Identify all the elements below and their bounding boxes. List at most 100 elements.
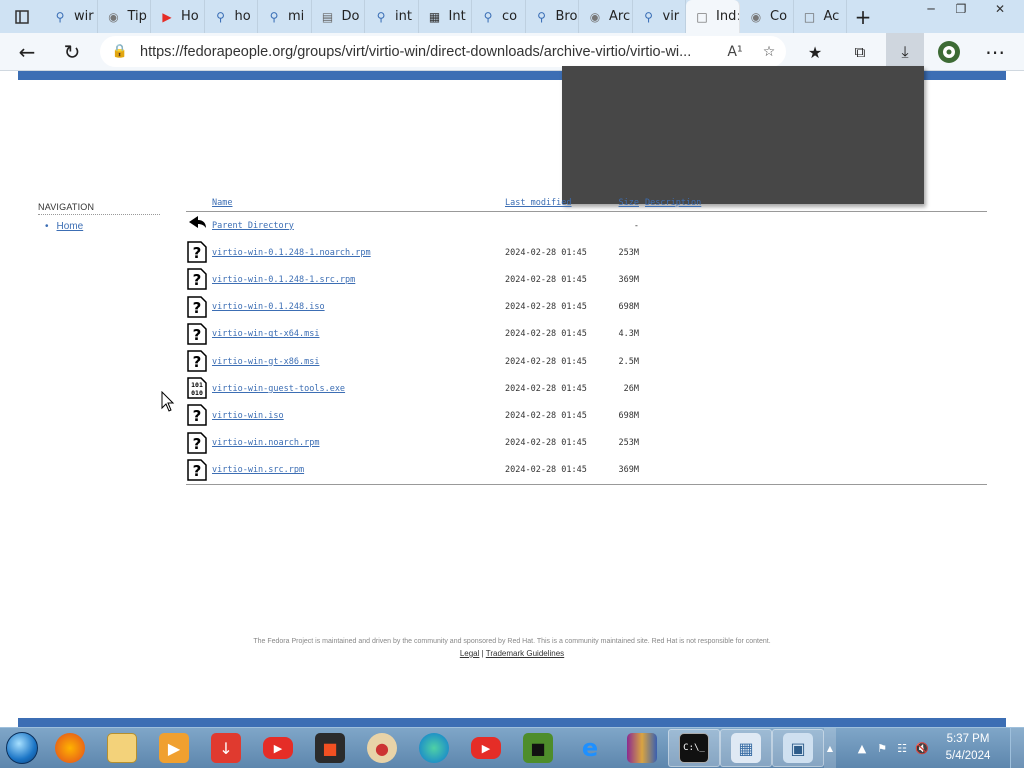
new-tab-button[interactable]: + [847, 5, 879, 29]
tab-2[interactable]: ▶ Ho [151, 0, 205, 33]
tab-13[interactable]: ◉ Co [740, 0, 794, 33]
modified-cell: 2024-02-28 01:45 [505, 329, 587, 340]
add-favorite-icon[interactable]: ☆ [752, 44, 786, 60]
maximize-button[interactable]: ❐ [946, 0, 976, 18]
tab-11[interactable]: ⚲ vir [633, 0, 686, 33]
taskbar-youtube-1[interactable]: ▶ [252, 729, 304, 767]
tab-title: co [502, 9, 518, 24]
windows-logo-icon [6, 732, 38, 764]
file-row: ? virtio-win-0.1.248-1.noarch.rpm 2024-02-… [186, 239, 987, 266]
search-icon: ⚲ [644, 9, 653, 24]
tab-4[interactable]: ⚲ mi [258, 0, 312, 33]
tab-8[interactable]: ⚲ co [472, 0, 526, 33]
svg-text:010: 010 [191, 389, 203, 397]
file-link[interactable]: virtio-win-gt-x86.msi [212, 357, 319, 367]
file-row: ? virtio-win-gt-x64.msi 2024-02-28 01:45 4.… [186, 321, 987, 348]
home-link[interactable]: Home [57, 221, 84, 232]
show-desktop-button[interactable] [1010, 728, 1024, 768]
taskbar-paint[interactable]: ● [356, 729, 408, 767]
legal-link[interactable]: Legal [460, 649, 480, 658]
tab-title: mi [288, 9, 305, 24]
file-link[interactable]: virtio-win.noarch.rpm [212, 438, 319, 448]
file-link[interactable]: virtio-win-0.1.248.iso [212, 302, 325, 312]
start-button[interactable] [0, 729, 44, 767]
settings-more-icon[interactable]: ⋯ [980, 37, 1010, 67]
unknown-file-icon: ? [187, 268, 207, 291]
taskbar-cmd[interactable]: C:\_ [668, 729, 720, 767]
taskbar-edge[interactable] [408, 729, 460, 767]
clock-time: 5:37 PM [946, 733, 990, 745]
taskbar-youtube-2[interactable]: ▶ [460, 729, 512, 767]
tab-6[interactable]: ⚲ int [365, 0, 419, 33]
file-link[interactable]: virtio-win-0.1.248-1.src.rpm [212, 275, 355, 285]
collections-icon[interactable]: ⧉ [845, 37, 875, 67]
trademark-guidelines-link[interactable]: Trademark Guidelines [486, 649, 564, 658]
file-link[interactable]: virtio-win-gt-x64.msi [212, 329, 319, 339]
address-bar[interactable]: 🔒 https://fedorapeople.org/groups/virt/v… [100, 36, 786, 67]
footer-text: The Fedora Project is maintained and dri… [253, 638, 771, 645]
tab-7[interactable]: ▦ Int [419, 0, 472, 33]
taskbar-store[interactable]: ■ [304, 729, 356, 767]
file-link[interactable]: virtio-win-0.1.248-1.noarch.rpm [212, 248, 371, 258]
read-aloud-icon[interactable]: A¹ [718, 44, 752, 60]
taskbar-downloader[interactable]: ↓ [200, 729, 252, 767]
close-window-button[interactable]: ✕ [976, 0, 1024, 18]
taskbar-scroll[interactable]: ▲ [824, 728, 836, 768]
tab-10[interactable]: ◉ Arc [579, 0, 633, 33]
binary-file-icon: 101010 [187, 377, 207, 399]
tab-12[interactable]: □Ind✕ [686, 0, 740, 33]
network-tray-icon[interactable]: ☷ [892, 742, 912, 755]
taskbar-explorer[interactable] [96, 729, 148, 767]
volume-muted-icon[interactable]: 🔇 [912, 742, 932, 755]
listing-bottom-rule [186, 483, 987, 485]
tab-1[interactable]: ◉ Tip [98, 0, 151, 33]
tab-5[interactable]: ▤ Do [312, 0, 365, 33]
modified-cell: 2024-02-28 01:45 [505, 247, 587, 258]
tab-0[interactable]: ⚲ wir [44, 0, 98, 33]
back-button[interactable]: ← [12, 37, 42, 67]
sort-size-link[interactable]: Size [619, 198, 639, 208]
taskbar-winrar[interactable] [616, 729, 668, 767]
size-cell: 26M [623, 383, 639, 394]
taskbar-media-player[interactable]: ▶ [148, 729, 200, 767]
svg-text:?: ? [193, 407, 202, 425]
sort-name-link[interactable]: Name [212, 198, 232, 208]
page-icon: □ [803, 9, 816, 24]
favorites-icon[interactable]: ★ [800, 37, 830, 67]
edge-icon [419, 733, 449, 763]
tab-3[interactable]: ⚲ ho [205, 0, 258, 33]
sort-description-link[interactable]: Description [645, 198, 701, 208]
clock[interactable]: 5:37 PM 5/4/2024 [932, 731, 1004, 765]
page-footer: The Fedora Project is maintained and dri… [0, 638, 1024, 658]
parent-directory-link[interactable]: Parent Directory [212, 221, 294, 231]
taskbar-control-panel[interactable]: ▦ [720, 729, 772, 767]
file-row: ? virtio-win.src.rpm 2024-02-28 01:45 369M [186, 457, 987, 484]
footer-separator: | [481, 649, 484, 658]
minimize-button[interactable]: ─ [916, 0, 946, 18]
action-center-flag-icon[interactable]: ⚑ [872, 742, 892, 755]
file-link[interactable]: virtio-win.iso [212, 411, 284, 421]
svg-text:?: ? [193, 271, 202, 289]
taskbar-firefox[interactable] [44, 729, 96, 767]
taskbar-ie[interactable]: e [564, 729, 616, 767]
sort-modified-link[interactable]: Last modified [505, 198, 572, 208]
tab-title: int [395, 9, 412, 24]
tray-expand-icon[interactable]: ▲ [852, 742, 872, 755]
tab-14[interactable]: □ Ac [794, 0, 847, 33]
refresh-button[interactable]: ↻ [57, 37, 87, 67]
tab-actions-icon[interactable] [0, 0, 44, 33]
file-listing: Name Last modified Size Description Pare… [186, 195, 987, 485]
unknown-file-icon: ? [187, 431, 207, 454]
file-row: 101 010 virtio-win-guest-tools.exe 2024-02-… [186, 375, 987, 402]
lock-icon[interactable]: 🔒 [100, 44, 140, 59]
profile-icon[interactable] [934, 37, 964, 67]
tab-title: vir [662, 9, 680, 24]
taskbar-minecraft[interactable]: ■ [512, 729, 564, 767]
file-link[interactable]: virtio-win.src.rpm [212, 465, 304, 475]
svg-text:?: ? [193, 244, 202, 262]
taskbar-network[interactable]: ▣ [772, 729, 824, 767]
file-link[interactable]: virtio-win-guest-tools.exe [212, 384, 345, 394]
page-icon: □ [696, 9, 708, 24]
tab-9[interactable]: ⚲ Bro [526, 0, 579, 33]
url-text[interactable]: https://fedorapeople.org/groups/virt/vir… [140, 44, 718, 60]
